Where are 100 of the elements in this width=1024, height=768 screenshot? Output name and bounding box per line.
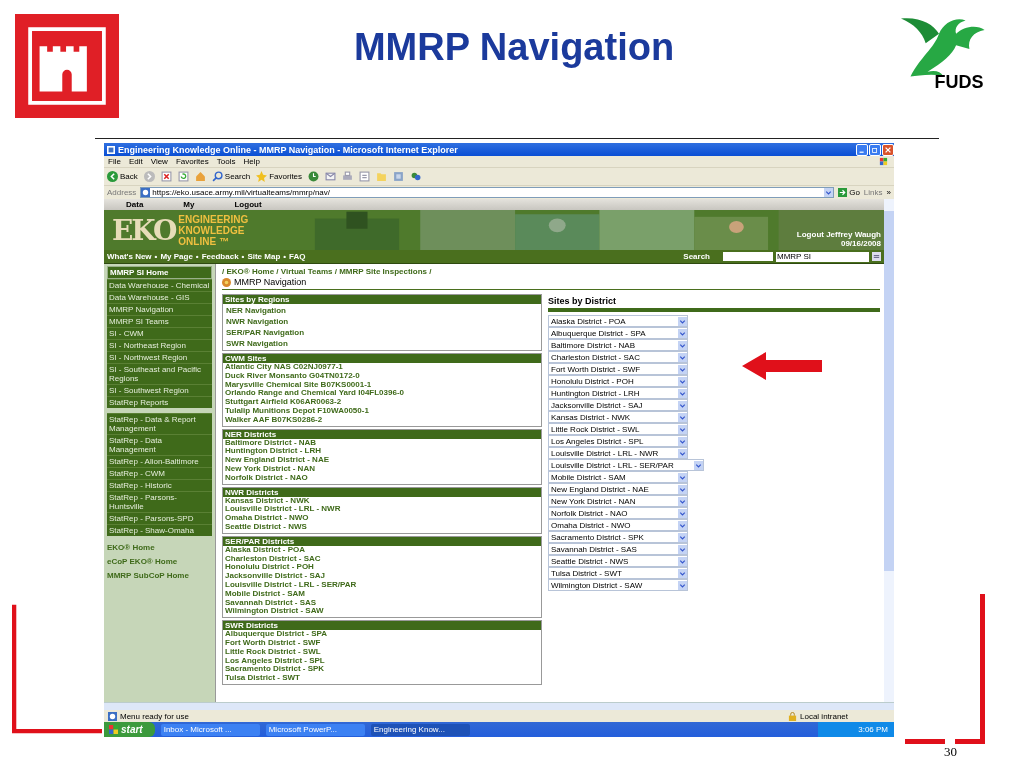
sidebar-item[interactable]: StatRep - Historic [107, 479, 212, 491]
site-menu-item[interactable]: My [183, 200, 195, 209]
sidebar-item[interactable]: StatRep - Parsons-Huntsville [107, 491, 212, 512]
site-link[interactable]: NWR Navigation [226, 316, 538, 327]
sidebar-item[interactable]: Data Warehouse - Chemical [107, 279, 212, 291]
taskbar-button[interactable]: Microsoft PowerP... [265, 723, 365, 736]
site-link[interactable]: Charleston District - SAC [225, 554, 539, 564]
scrollbar[interactable] [884, 199, 894, 702]
minimize-button[interactable] [856, 143, 868, 156]
stop-icon[interactable] [160, 171, 172, 182]
site-link[interactable]: Walker AAF B07KS0286-2 [225, 415, 539, 425]
site-link[interactable]: Norfolk District - NAO [225, 473, 539, 483]
site-link[interactable]: New England District - NAE [225, 456, 539, 465]
district-select[interactable]: Mobile District - SAM [548, 471, 688, 483]
back-button[interactable]: Back [107, 171, 138, 182]
site-link[interactable]: Mobile District - SAM [225, 589, 539, 599]
sidebar-item[interactable]: StatRep - CWM [107, 467, 212, 479]
forward-icon[interactable] [143, 171, 155, 182]
district-select[interactable]: Jacksonville District - SAJ [548, 399, 688, 411]
district-select[interactable]: Sacramento District - SPK [548, 531, 688, 543]
menu-item[interactable]: File [108, 157, 121, 166]
district-select[interactable]: Louisville District - LRL - NWR [548, 447, 689, 459]
logout-link[interactable]: Logout Jeffrey Waugh [796, 230, 881, 239]
site-link[interactable]: Duck River Monsanto G04TN0172-0 [225, 371, 539, 381]
print-icon[interactable] [342, 171, 354, 182]
taskbar-button[interactable]: Inbox - Microsoft ... [160, 723, 260, 736]
site-menu-item[interactable]: Data [126, 200, 144, 209]
sidebar-item[interactable]: SI - Northwest Region [107, 351, 212, 363]
sidebar-item[interactable]: StatRep - Data & Report Management [107, 413, 212, 434]
district-select[interactable]: Seattle District - NWS [548, 555, 688, 567]
district-select[interactable]: Little Rock District - SWL [548, 423, 688, 435]
search-field[interactable] [723, 252, 773, 261]
sidebar-item[interactable]: MMRP SI Teams [107, 315, 212, 327]
district-select[interactable]: Savannah District - SAS [548, 543, 688, 555]
district-select[interactable]: Wilmington District - SAW [548, 579, 688, 591]
home-icon[interactable] [194, 171, 206, 182]
site-menu-item[interactable]: Logout [234, 200, 262, 209]
site-link[interactable]: Huntington District - LRH [225, 447, 539, 457]
start-button[interactable]: start [104, 722, 155, 737]
messenger-icon[interactable] [410, 171, 422, 182]
sidebar-item[interactable]: MMRP Navigation [107, 303, 212, 315]
menu-item[interactable]: Tools [216, 157, 236, 166]
horizontal-scrollbar[interactable] [104, 702, 894, 710]
site-link[interactable]: Baltimore District - NAB [225, 438, 539, 448]
sidebar-item[interactable]: MMRP SI Home [107, 266, 212, 279]
site-link[interactable]: Los Angeles District - SPL [225, 656, 539, 666]
site-link[interactable]: Atlantic City NAS C02NJ0977-1 [225, 363, 539, 372]
edit-icon[interactable] [359, 171, 371, 182]
search-button[interactable]: Search [211, 171, 251, 182]
favorites-button[interactable]: Favorites [256, 171, 303, 182]
site-link[interactable]: Fort Worth District - SWF [225, 638, 539, 648]
links-button[interactable]: Links [863, 188, 883, 197]
menu-item[interactable]: View [150, 157, 168, 166]
address-field[interactable]: https://eko.usace.army.mil/virtualteams/mmrp/nav/ [140, 187, 835, 198]
taskbar-button[interactable]: Engineering Know... [370, 723, 470, 736]
district-select[interactable]: Louisville District - LRL - SER/PAR [548, 459, 704, 471]
mail-icon[interactable] [325, 171, 337, 182]
search-go-icon[interactable] [872, 252, 881, 261]
close-button[interactable] [882, 143, 894, 156]
site-link[interactable]: New York District - NAN [225, 464, 539, 474]
sidebar-item[interactable]: SI - CWM [107, 327, 212, 339]
site-link[interactable]: SWR Navigation [226, 338, 538, 349]
district-select[interactable]: Charleston District - SAC [548, 351, 688, 363]
sidebar-link[interactable]: EKO® Home [107, 541, 212, 555]
sidebar-item[interactable]: StatRep - Alion-Baltimore [107, 455, 212, 467]
menu-item[interactable]: Edit [128, 157, 143, 166]
site-link[interactable]: Albuquerque District - SPA [225, 630, 539, 639]
nav-link[interactable]: Feedback [201, 252, 239, 261]
district-select[interactable]: New York District - NAN [548, 495, 688, 507]
sidebar-item[interactable]: StatRep - Shaw-Omaha [107, 524, 212, 536]
sidebar-item[interactable]: SI - Southwest Region [107, 384, 212, 396]
district-select[interactable]: Omaha District - NWO [548, 519, 688, 531]
search-scope-select[interactable]: MMRP SI [776, 251, 869, 262]
site-link[interactable]: Tulsa District - SWT [225, 674, 539, 683]
district-select[interactable]: Kansas District - NWK [548, 411, 688, 423]
nav-link[interactable]: What's New [107, 252, 152, 261]
site-link[interactable]: Wilmington District - SAW [225, 607, 539, 617]
site-link[interactable]: Louisville District - LRL - NWR [225, 505, 539, 515]
site-link[interactable]: Sacramento District - SPK [225, 665, 539, 675]
restore-button[interactable] [869, 143, 881, 156]
site-link[interactable]: Orlando Range and Chemical Yard I04FL0396-0 [225, 389, 539, 399]
refresh-icon[interactable] [177, 171, 189, 182]
sidebar-item[interactable]: SI - Northeast Region [107, 339, 212, 351]
district-select[interactable]: New England District - NAE [548, 483, 688, 495]
history-icon[interactable] [308, 171, 320, 182]
menu-item[interactable]: Help [243, 157, 260, 166]
site-link[interactable]: Alaska District - POA [225, 545, 539, 555]
sidebar-item[interactable]: Data Warehouse - GIS [107, 291, 212, 303]
site-link[interactable]: Seattle District - NWS [225, 522, 539, 532]
menu-item[interactable]: Favorites [175, 157, 209, 166]
sidebar-item[interactable]: StatRep - Parsons-SPD [107, 512, 212, 524]
site-link[interactable]: Kansas District - NWK [225, 496, 539, 506]
more-button[interactable]: » [886, 188, 891, 197]
district-select[interactable]: Albuquerque District - SPA [548, 327, 688, 339]
sidebar-item[interactable]: SI - Southeast and Pacific Regions [107, 363, 212, 384]
site-link[interactable]: SER/PAR Navigation [226, 327, 538, 338]
sidebar-item[interactable]: StatRep Reports [107, 396, 212, 408]
site-link[interactable]: Savannah District - SAS [225, 598, 539, 608]
nav-link[interactable]: Site Map [247, 252, 281, 261]
district-select[interactable]: Baltimore District - NAB [548, 339, 688, 351]
